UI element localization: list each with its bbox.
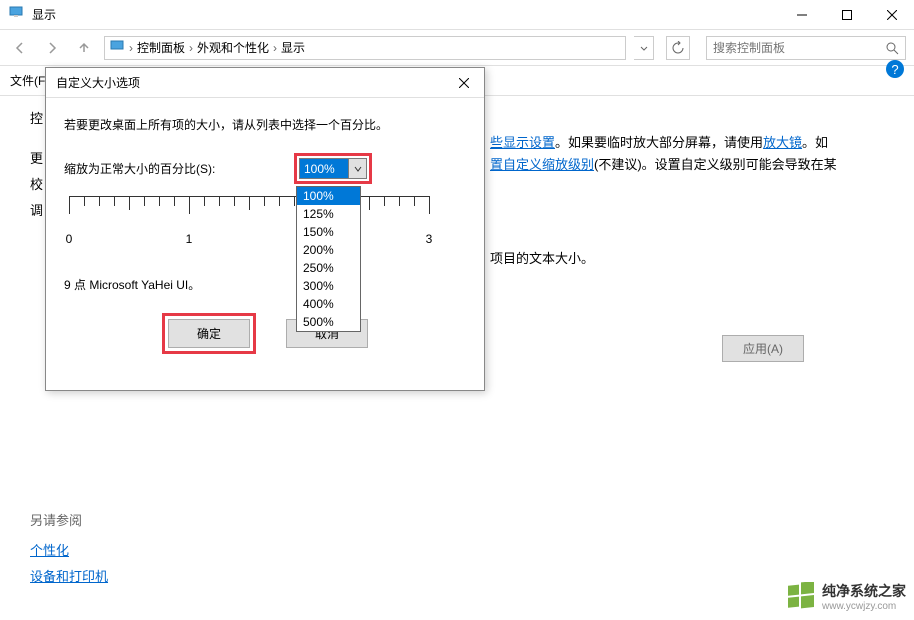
title-bar: 显示	[0, 0, 914, 30]
footer-links: 另请参阅 个性化 设备和打印机	[30, 508, 108, 590]
chevron-right-icon: ›	[129, 41, 133, 55]
monitor-icon	[8, 4, 24, 25]
personalize-link[interactable]: 个性化	[30, 538, 108, 564]
side-link[interactable]: 控	[30, 106, 43, 132]
watermark-text: 纯净系统之家	[822, 581, 906, 601]
dialog-description: 若要更改桌面上所有项的大小，请从列表中选择一个百分比。	[64, 116, 466, 133]
minimize-button[interactable]	[779, 0, 824, 30]
devices-link[interactable]: 设备和打印机	[30, 564, 108, 590]
chevron-right-icon: ›	[273, 41, 277, 55]
ok-button[interactable]: 确定	[168, 319, 250, 348]
dropdown-option[interactable]: 400%	[297, 295, 360, 313]
breadcrumb[interactable]: › 控制面板 › 外观和个性化 › 显示	[104, 36, 626, 60]
up-button[interactable]	[72, 36, 96, 60]
monitor-icon	[109, 38, 125, 57]
dropdown-option[interactable]: 250%	[297, 259, 360, 277]
maximize-button[interactable]	[824, 0, 869, 30]
windows-icon	[786, 582, 816, 612]
search-input[interactable]	[713, 41, 885, 55]
ruler-label: 0	[66, 232, 73, 246]
close-button[interactable]	[869, 0, 914, 30]
dropdown-option[interactable]: 100%	[297, 187, 360, 205]
ruler-label: 3	[426, 232, 433, 246]
ruler[interactable]: 0123	[64, 196, 434, 256]
refresh-button[interactable]	[666, 36, 690, 60]
scale-combobox[interactable]: 100%	[299, 158, 367, 179]
watermark-url: www.ycwjzy.com	[822, 601, 906, 612]
forward-button[interactable]	[40, 36, 64, 60]
dropdown-option[interactable]: 150%	[297, 223, 360, 241]
dialog-title: 自定义大小选项	[56, 74, 454, 91]
nav-bar: › 控制面板 › 外观和个性化 › 显示	[0, 30, 914, 66]
crumb-control-panel[interactable]: 控制面板	[137, 39, 185, 56]
scale-label: 缩放为正常大小的百分比(S):	[64, 160, 294, 177]
dropdown-option[interactable]: 200%	[297, 241, 360, 259]
dialog-title-bar: 自定义大小选项	[46, 68, 484, 98]
scale-dropdown-list[interactable]: 100%125%150%200%250%300%400%500%	[296, 186, 361, 332]
dropdown-option[interactable]: 125%	[297, 205, 360, 223]
side-links: 控 更 校 调	[30, 106, 43, 224]
breadcrumb-dropdown[interactable]	[634, 36, 654, 60]
font-sample: 9 点 Microsoft YaHei UI。	[64, 276, 466, 293]
scale-value[interactable]: 100%	[300, 159, 348, 178]
menu-file[interactable]: 文件(F	[10, 72, 45, 89]
dialog-close-button[interactable]	[454, 73, 474, 93]
scale-combo-highlight: 100%	[294, 153, 372, 184]
ok-button-highlight: 确定	[162, 313, 256, 354]
side-link[interactable]: 更	[30, 146, 43, 172]
ruler-label: 1	[186, 232, 193, 246]
footer-heading: 另请参阅	[30, 508, 108, 534]
search-box[interactable]	[706, 36, 906, 60]
chevron-right-icon: ›	[189, 41, 193, 55]
custom-size-dialog: 自定义大小选项 若要更改桌面上所有项的大小，请从列表中选择一个百分比。 缩放为正…	[45, 67, 485, 391]
side-link[interactable]: 校	[30, 172, 43, 198]
custom-scale-link[interactable]: 置自定义缩放级别	[490, 157, 594, 172]
magnifier-link[interactable]: 放大镜	[763, 135, 802, 150]
crumb-appearance[interactable]: 外观和个性化	[197, 39, 269, 56]
crumb-display[interactable]: 显示	[281, 39, 305, 56]
dropdown-option[interactable]: 500%	[297, 313, 360, 331]
back-button[interactable]	[8, 36, 32, 60]
background-text-2: 项目的文本大小。	[490, 248, 594, 267]
dropdown-option[interactable]: 300%	[297, 277, 360, 295]
watermark: 纯净系统之家 www.ycwjzy.com	[786, 581, 906, 612]
apply-button[interactable]: 应用(A)	[722, 335, 804, 362]
chevron-down-icon[interactable]	[348, 159, 366, 178]
display-settings-link[interactable]: 些显示设置	[490, 135, 555, 150]
search-icon	[885, 41, 899, 55]
background-text: 些显示设置。如果要临时放大部分屏幕，请使用放大镜。如 置自定义缩放级别(不建议)…	[490, 132, 890, 176]
help-icon[interactable]: ?	[886, 60, 904, 78]
window-title: 显示	[32, 6, 779, 23]
side-link[interactable]: 调	[30, 198, 43, 224]
